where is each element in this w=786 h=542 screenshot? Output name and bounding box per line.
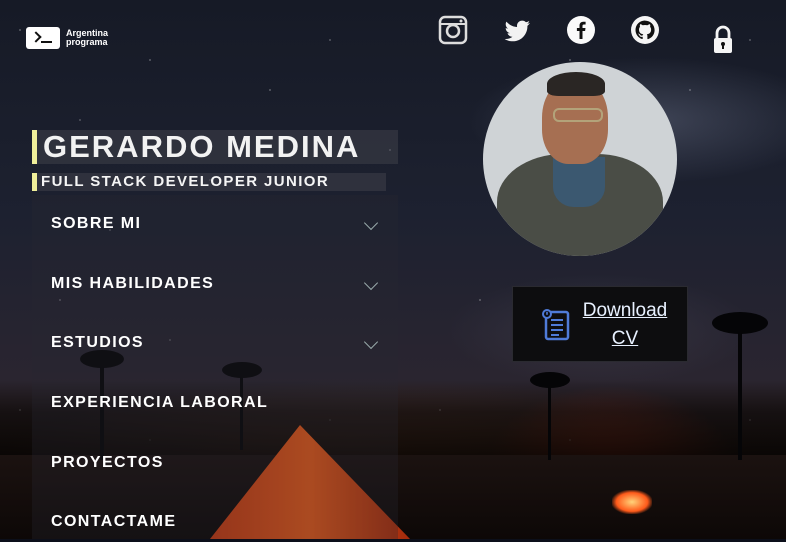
menu-item-label: CONTACTAME [51,513,177,530]
twitter-icon[interactable] [502,17,532,47]
instagram-icon[interactable] [438,15,468,45]
menu-item-experiencia-laboral[interactable]: EXPERIENCIA LABORAL [51,383,396,423]
terminal-icon [26,27,60,49]
logo-line-2: programa [66,37,108,47]
chevron-down-icon [363,215,379,231]
menu-item-label: EXPERIENCIA LABORAL [51,394,269,411]
photo-shirt [553,157,605,207]
menu-item-label: MIS HABILIDADES [51,275,215,292]
github-icon[interactable] [630,15,660,45]
menu-item-mis-habilidades[interactable]: MIS HABILIDADES [51,264,396,304]
logo-text: Argentina programa [66,29,108,47]
job-title: FULL STACK DEVELOPER JUNIOR [32,173,386,191]
chevron-down-icon [363,275,379,291]
photo-hair [547,72,605,96]
social-links [438,15,758,59]
menu-item-estudios[interactable]: ESTUDIOS [51,323,396,363]
menu-item-sobre-mi[interactable]: SOBRE MI [51,204,396,244]
menu-item-label: PROYECTOS [51,454,164,471]
menu-item-label: ESTUDIOS [51,334,144,351]
facebook-icon[interactable] [566,15,596,45]
download-cv-label: Download CV [577,297,673,353]
download-cv-line-1: Download [582,300,668,321]
palm-tree-silhouette [712,312,768,334]
page-title: GERARDO MEDINA [32,130,398,164]
menu-item-label: SOBRE MI [51,215,142,232]
document-icon [542,309,570,341]
palm-tree-silhouette [530,372,570,388]
chevron-down-icon [363,334,379,350]
argentina-programa-logo[interactable]: Argentina programa [26,27,108,49]
palm-tree-silhouette [738,330,742,460]
lock-icon[interactable] [708,25,738,55]
section-menu: SOBRE MI MIS HABILIDADES ESTUDIOS EXPERI… [32,195,398,539]
palm-tree-silhouette [548,380,551,460]
campfire-glow [612,490,652,514]
menu-item-contactame[interactable]: CONTACTAME [51,502,396,542]
menu-item-proyectos[interactable]: PROYECTOS [51,443,396,483]
download-cv-button[interactable]: Download CV [512,286,688,362]
photo-glasses [553,108,603,122]
download-cv-line-2: CV [611,328,639,349]
profile-photo [483,62,677,256]
